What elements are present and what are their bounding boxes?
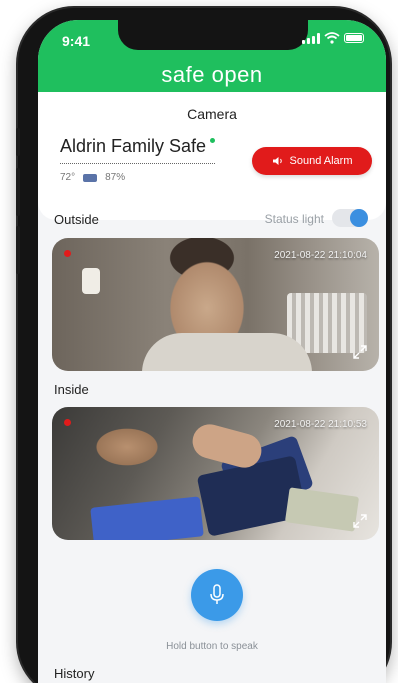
notch <box>118 20 308 50</box>
temperature: 72° <box>60 172 76 183</box>
inside-label: Inside <box>54 382 89 397</box>
push-to-talk-button[interactable] <box>191 569 243 621</box>
cash <box>284 487 360 532</box>
page-title: safe open <box>161 62 263 87</box>
safe-name: Aldrin Family Safe <box>60 136 207 156</box>
cards <box>90 496 204 540</box>
sound-alarm-button[interactable]: Sound Alarm <box>252 147 372 175</box>
outside-label: Outside <box>54 212 99 227</box>
expand-icon[interactable] <box>353 514 367 528</box>
safe-meta: 72° 87% <box>60 172 125 183</box>
hand <box>188 420 266 472</box>
battery-level-icon <box>83 173 98 182</box>
sound-alarm-label: Sound Alarm <box>289 155 353 167</box>
battery-icon <box>344 33 364 43</box>
online-status-dot <box>210 138 216 143</box>
app-screen: 9:41 safe open Camera Aldrin Family Safe… <box>38 20 386 683</box>
feed-timestamp: 2021-08-22 21:10:04 <box>274 250 367 261</box>
status-icons <box>302 32 364 44</box>
status-light-toggle[interactable] <box>332 209 368 227</box>
outside-camera-feed[interactable]: 2021-08-22 21:10:04 <box>52 238 379 371</box>
safe-selector[interactable]: Aldrin Family Safe <box>60 136 216 164</box>
wifi-icon <box>324 32 340 44</box>
microphone-icon <box>210 584 224 604</box>
feed-timestamp: 2021-08-22 21:10:53 <box>274 419 367 430</box>
camera-card: Camera Aldrin Family Safe 72° 87% Sound … <box>38 92 386 220</box>
app-header: 9:41 safe open <box>38 20 386 92</box>
speaker-icon <box>272 157 282 165</box>
side-button <box>16 226 20 274</box>
section-title: Camera <box>187 106 237 122</box>
expand-icon[interactable] <box>353 345 367 359</box>
status-time: 9:41 <box>62 33 91 49</box>
side-button <box>16 128 20 156</box>
inside-camera-feed[interactable]: 2021-08-22 21:10:53 <box>52 407 379 540</box>
signal-icon <box>302 32 320 44</box>
recording-indicator <box>64 419 71 426</box>
status-light-label: Status light <box>264 212 324 226</box>
toggle-knob <box>350 209 368 227</box>
recording-indicator <box>64 250 71 257</box>
history-title: History <box>54 666 95 681</box>
speak-hint: Hold button to speak <box>166 641 258 652</box>
lamp <box>82 268 100 294</box>
person <box>142 333 312 371</box>
side-button <box>16 168 20 216</box>
battery-level: 87% <box>105 172 126 183</box>
